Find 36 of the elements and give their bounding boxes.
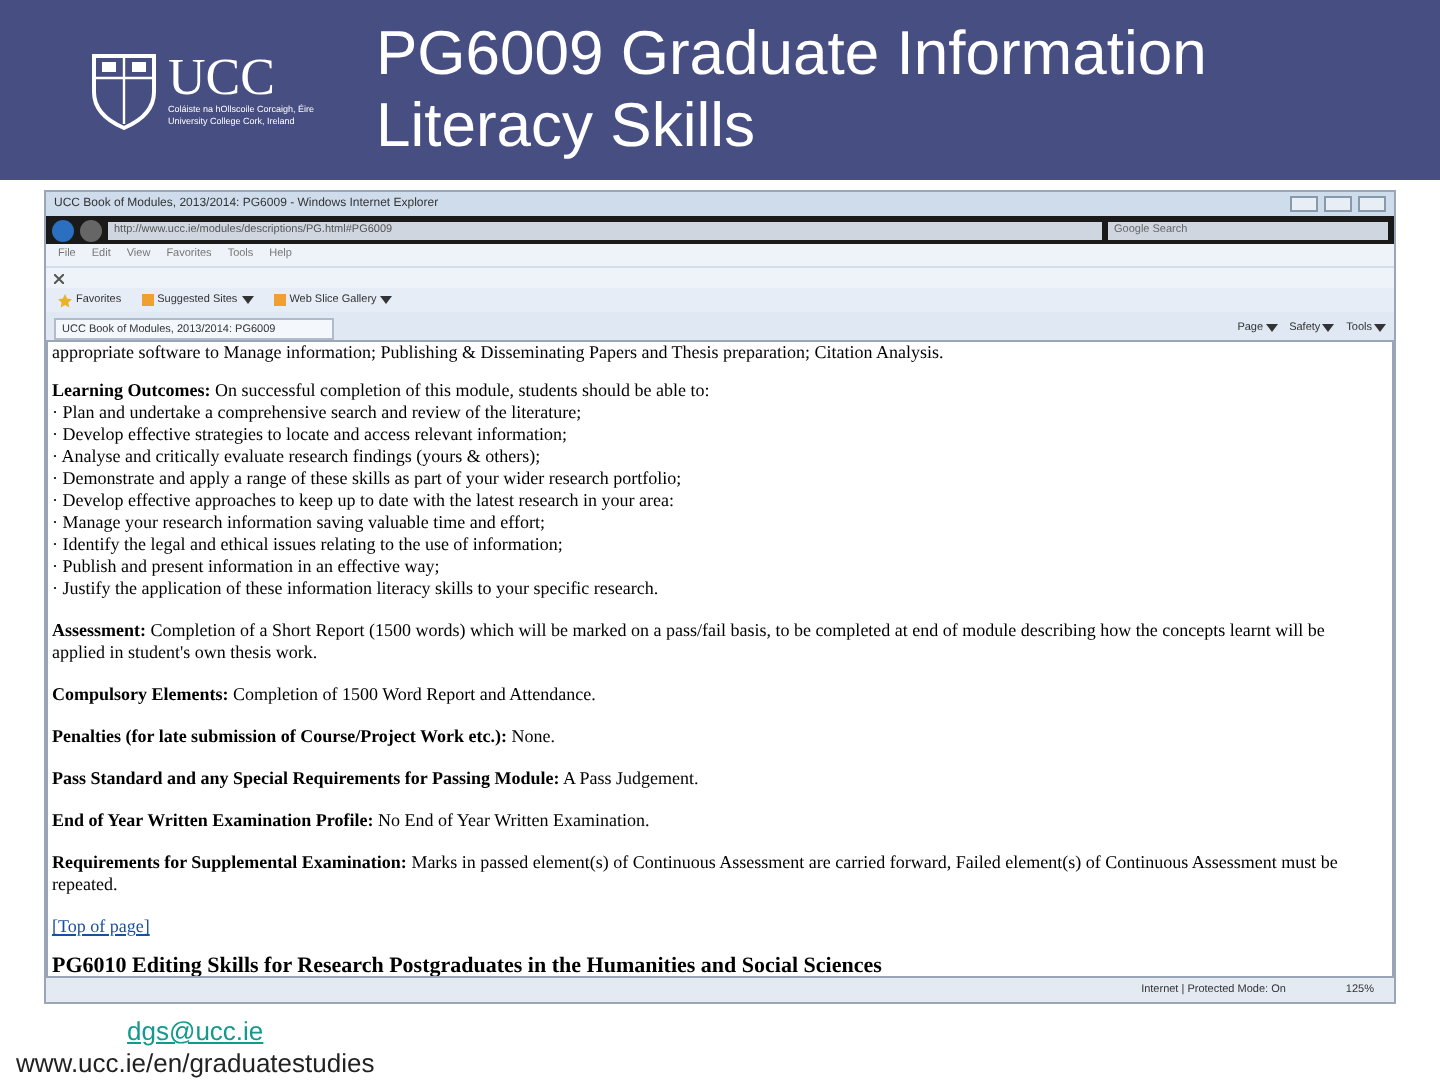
close-icon[interactable] bbox=[54, 273, 64, 283]
crest-icon bbox=[88, 50, 160, 130]
website-url: www.ucc.ie/en/graduatestudies bbox=[16, 1048, 375, 1080]
outcome-item: · Plan and undertake a comprehensive search and review of the literature; bbox=[52, 402, 584, 424]
outcome-item: · Identify the legal and ethical issues relating to the use of information; bbox=[52, 534, 565, 556]
caret-icon bbox=[1265, 323, 1278, 332]
module-paragraph: Assessment: Completion of a Short Report (1500 words) which will be marked on a pass/fail basis, to be completed at end of module describing how the concepts learnt will be applied in student's own thesis work. bbox=[52, 620, 1327, 664]
maximize-button[interactable] bbox=[1324, 196, 1352, 212]
caret-icon bbox=[380, 296, 393, 304]
module-paragraph: Compulsory Elements: Completion of 1500 Word Report and Attendance. bbox=[52, 684, 598, 706]
outcome-item: · Develop effective strategies to locate and access relevant information; bbox=[52, 424, 569, 446]
forward-button[interactable] bbox=[80, 219, 102, 241]
module-paragraph: End of Year Written Examination Profile: No End of Year Written Examination. bbox=[52, 810, 652, 832]
close-button[interactable] bbox=[1358, 196, 1386, 212]
page-icon bbox=[141, 294, 154, 306]
outcome-item: · Publish and present information in an effective way; bbox=[52, 556, 442, 578]
outcome-item: · Analyse and critically evaluate research findings (yours & others); bbox=[52, 446, 543, 468]
outcome-item: · Develop effective approaches to keep up to date with the latest research in your area: bbox=[52, 490, 676, 512]
outcome-item: · Justify the application of these information literacy skills to your specific research. bbox=[52, 578, 661, 600]
outcome-item: · Manage your research information saving valuable time and effort; bbox=[52, 512, 547, 534]
page-icon bbox=[273, 294, 286, 306]
back-button[interactable] bbox=[52, 219, 74, 241]
star-icon bbox=[58, 293, 72, 307]
module-paragraph: Penalties (for late submission of Course/Project Work etc.): None. bbox=[52, 726, 557, 748]
caret-icon bbox=[1322, 323, 1335, 332]
module-paragraph: Requirements for Supplemental Examination: Marks in passed element(s) of Continuous Assessment are carried forward, Failed element(s) of Continuous Assessment must be repeated. bbox=[52, 852, 1340, 896]
caret-icon bbox=[241, 296, 254, 304]
logo-wordmark: UCC bbox=[168, 52, 275, 104]
slide-title: PG6009 Graduate Information Literacy Skills bbox=[376, 18, 1209, 162]
top-of-page-link[interactable]: [Top of page] bbox=[52, 916, 150, 938]
cut-off-text-line: appropriate software to Manage information; Publishing & Disseminating Papers and Thesis preparation; Citation Analysis. bbox=[52, 342, 946, 364]
outcome-item: · Demonstrate and apply a range of these skills as part of your wider research portfolio; bbox=[52, 468, 684, 490]
minimize-button[interactable] bbox=[1290, 196, 1318, 212]
outcomes-intro: Learning Outcomes: On successful completion of this module, students should be able to: bbox=[52, 380, 712, 402]
module-paragraph: Pass Standard and any Special Requirements for Passing Module: A Pass Judgement. bbox=[52, 768, 701, 790]
caret-icon bbox=[1374, 323, 1386, 332]
